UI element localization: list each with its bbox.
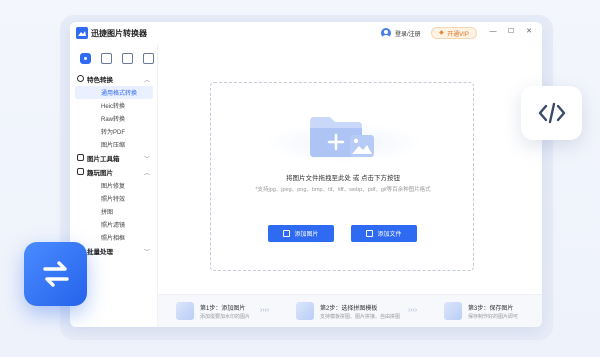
sidebar-divider xyxy=(157,44,158,327)
chevron-up-icon: ︿ xyxy=(144,171,151,177)
star-icon xyxy=(77,75,84,82)
sidebar-section-featured[interactable]: 特色转换 ︿ xyxy=(70,72,156,86)
sidebar-section-toolbox[interactable]: 图片工具箱 ﹀ xyxy=(70,151,156,165)
code-brackets-icon xyxy=(538,102,565,124)
vip-button[interactable]: ◆ 开通VIP xyxy=(431,27,477,39)
add-image-label: 添加图片 xyxy=(294,232,319,238)
photo-fun-icon xyxy=(77,168,84,175)
sidebar-item-effects[interactable]: 照片特效 xyxy=(70,192,156,205)
sidebar-item-collage[interactable]: 拼图 xyxy=(70,205,156,218)
swap-arrows-icon xyxy=(42,261,69,287)
code-badge xyxy=(521,86,582,140)
maximize-button[interactable]: ☐ xyxy=(506,27,516,37)
drop-zone[interactable]: 将图片文件拖拽至此处 或 点击下方按钮 *支持jpg、jpeg、png、bmp、… xyxy=(210,82,474,271)
sidebar-item-filters[interactable]: 照片滤镜 xyxy=(70,218,156,231)
add-file-label: 添加文件 xyxy=(377,232,402,238)
add-image-step-icon xyxy=(176,302,194,320)
file-icon xyxy=(366,230,374,237)
sidebar-item-general-convert[interactable]: 通用格式转换 xyxy=(75,86,153,99)
section-label: 批量处理 xyxy=(87,249,113,256)
section-label: 趣玩图片 xyxy=(87,170,113,177)
supported-formats: *支持jpg、jpeg、png、bmp、tif、tiff、webp、pdf、gi… xyxy=(255,187,431,193)
sidebar-section-fun[interactable]: 趣玩图片 ︿ xyxy=(70,165,156,179)
minimize-button[interactable]: — xyxy=(488,27,498,37)
login-register-link[interactable]: 登录/注册 xyxy=(395,29,421,38)
step-title: 第3步：保存图片 xyxy=(468,306,514,312)
tab-convert-icon[interactable] xyxy=(101,53,112,64)
sidebar-item-raw[interactable]: Raw转换 xyxy=(70,112,156,125)
app-window: 迅捷图片转换器 登录/注册 ◆ 开通VIP — ☐ ✕ 特色转换 ︿ 通用格式转… xyxy=(70,22,542,327)
title-bar: 迅捷图片转换器 登录/注册 ◆ 开通VIP — ☐ ✕ xyxy=(70,22,542,44)
step-desc: 支持模板拼图、图片拼接、自由拼图 xyxy=(320,314,401,320)
steps-bar: 第1步：添加图片 添加需要加水印的图片 › › › › 第2步：选择拼图模板 支… xyxy=(158,294,542,327)
save-step-icon xyxy=(444,302,462,320)
convert-app-badge xyxy=(24,242,87,306)
sidebar-item-frames[interactable]: 照片相框 xyxy=(70,231,156,244)
sidebar-item-repair[interactable]: 图片修复 xyxy=(70,179,156,192)
sidebar: 特色转换 ︿ 通用格式转换 Heic转换 Raw转换 转为PDF 图片压缩 图片… xyxy=(70,72,156,258)
vip-label: 开通VIP xyxy=(447,31,469,38)
app-title: 迅捷图片转换器 xyxy=(91,29,147,38)
user-avatar-icon[interactable] xyxy=(381,28,391,38)
chevron-up-icon: ︿ xyxy=(144,78,151,84)
chevron-down-icon: ﹀ xyxy=(144,157,151,163)
step-desc: 添加需要加水印的图片 xyxy=(200,314,251,320)
toolbox-icon xyxy=(77,154,84,161)
step-arrow-icon: › › › › xyxy=(260,307,269,314)
app-logo-icon xyxy=(76,27,88,39)
step-desc: 保存制作好的图片即可 xyxy=(468,314,519,320)
sidebar-item-compress[interactable]: 图片压缩 xyxy=(70,138,156,151)
tab-home-icon[interactable] xyxy=(80,53,91,64)
step-title: 第2步：选择拼图模板 xyxy=(320,306,378,312)
diamond-icon: ◆ xyxy=(439,30,444,36)
section-label: 图片工具箱 xyxy=(87,156,120,163)
step-title: 第1步：添加图片 xyxy=(200,306,246,312)
chevron-down-icon: ﹀ xyxy=(144,250,151,256)
tab-image-icon[interactable] xyxy=(122,53,133,64)
image-icon xyxy=(283,230,291,237)
drop-instruction: 将图片文件拖拽至此处 或 点击下方按钮 xyxy=(285,175,401,182)
template-step-icon xyxy=(296,302,314,320)
folder-image-icon xyxy=(310,117,374,157)
add-image-button[interactable]: 添加图片 xyxy=(268,225,334,242)
sidebar-icon-tabs xyxy=(80,53,154,64)
add-file-button[interactable]: 添加文件 xyxy=(351,225,417,242)
close-button[interactable]: ✕ xyxy=(524,27,534,37)
step-arrow-icon: › › › › xyxy=(408,307,417,314)
tab-edit-icon[interactable] xyxy=(143,53,154,64)
sidebar-item-heic[interactable]: Heic转换 xyxy=(70,99,156,112)
sidebar-item-to-pdf[interactable]: 转为PDF xyxy=(70,125,156,138)
section-label: 特色转换 xyxy=(87,77,113,84)
